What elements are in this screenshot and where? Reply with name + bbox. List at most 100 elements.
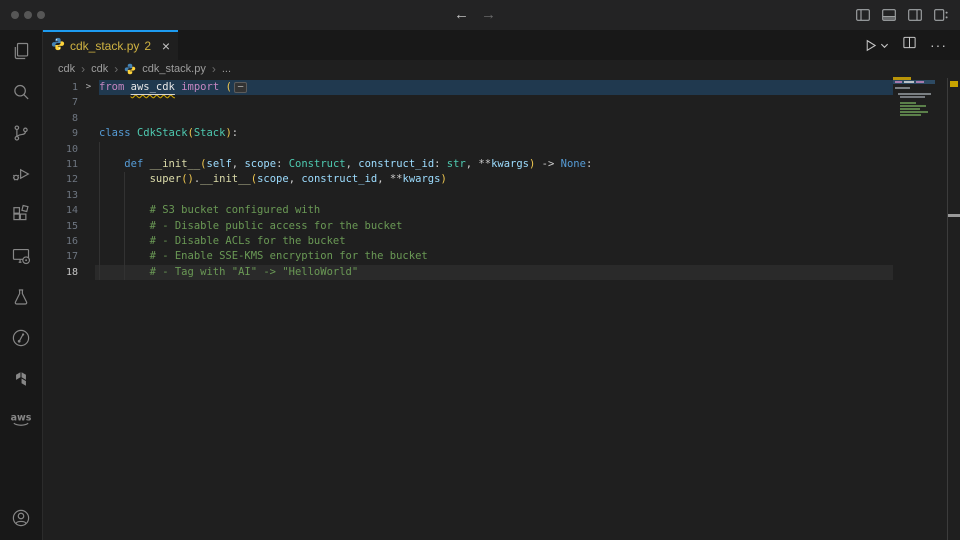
code-line-18[interactable]: 18 # - Tag with "AI" -> "HelloWorld": [43, 265, 893, 280]
code-line-16[interactable]: 16 # - Disable ACLs for the bucket: [43, 234, 893, 249]
fold-gutter: [78, 249, 99, 264]
code-text: # S3 bucket configured with: [99, 203, 320, 218]
fold-gutter: [78, 126, 99, 141]
svg-text:aws: aws: [11, 412, 32, 423]
line-number: 12: [43, 172, 78, 187]
code-editor[interactable]: 1>from aws_cdk import (–789class CdkStac…: [43, 78, 893, 540]
code-line-12[interactable]: 12 super().__init__(scope, construct_id,…: [43, 172, 893, 187]
code-line-17[interactable]: 17 # - Enable SSE-KMS encryption for the…: [43, 249, 893, 264]
breadcrumb-separator: ›: [114, 62, 118, 76]
tab-problems-badge: 2: [144, 39, 151, 53]
ruler-warning-marker: [950, 81, 958, 87]
window-control-dot[interactable]: [11, 11, 19, 19]
window-controls: [11, 11, 45, 19]
breadcrumb-item-symbol[interactable]: ...: [222, 63, 231, 75]
testing-beaker-icon[interactable]: [0, 276, 42, 317]
window-control-dot[interactable]: [37, 11, 45, 19]
terraform-icon[interactable]: [0, 358, 42, 399]
tab-cdk-stack[interactable]: cdk_stack.py 2 ×: [43, 30, 178, 60]
extensions-icon[interactable]: [0, 194, 42, 235]
account-icon[interactable]: [0, 497, 42, 538]
history-nav: ← →: [454, 3, 496, 27]
activity-bar: aws: [0, 30, 43, 540]
fold-gutter: [78, 188, 99, 203]
line-number: 17: [43, 249, 78, 264]
run-and-debug-icon[interactable]: [0, 153, 42, 194]
code-text: # - Enable SSE-KMS encryption for the bu…: [99, 249, 428, 264]
fold-gutter: [78, 219, 99, 234]
tab-close-icon[interactable]: ×: [162, 39, 170, 53]
fold-gutter: [78, 234, 99, 249]
nav-forward-icon[interactable]: →: [481, 3, 496, 27]
code-line-11[interactable]: 11 def __init__(self, scope: Construct, …: [43, 157, 893, 172]
line-number: 13: [43, 188, 78, 203]
line-number: 14: [43, 203, 78, 218]
toggle-panel-bottom-icon[interactable]: [881, 7, 897, 23]
code-lines: 1>from aws_cdk import (–789class CdkStac…: [43, 80, 893, 280]
breadcrumb: cdk › cdk › cdk_stack.py › ...: [43, 60, 960, 78]
aws-toolkit-icon[interactable]: aws: [0, 399, 42, 440]
fold-gutter: [78, 95, 99, 110]
fold-gutter: [78, 203, 99, 218]
code-line-1[interactable]: 1>from aws_cdk import (–: [43, 80, 893, 95]
code-text: # - Disable public access for the bucket: [99, 219, 402, 234]
fold-gutter: [78, 172, 99, 187]
code-line-9[interactable]: 9class CdkStack(Stack):: [43, 126, 893, 141]
line-number: 11: [43, 157, 78, 172]
remote-explorer-icon[interactable]: [0, 235, 42, 276]
fold-gutter: [78, 157, 99, 172]
breadcrumb-item[interactable]: cdk: [58, 63, 75, 75]
line-number: 15: [43, 219, 78, 234]
minimap[interactable]: [893, 76, 947, 136]
code-line-7[interactable]: 7: [43, 95, 893, 110]
code-line-14[interactable]: 14 # S3 bucket configured with: [43, 203, 893, 218]
ruler-cursor-marker: [948, 214, 960, 217]
indent-guide: [124, 188, 125, 203]
source-control-icon[interactable]: [0, 112, 42, 153]
toggle-sidebar-right-icon[interactable]: [907, 7, 923, 23]
code-line-13[interactable]: 13: [43, 188, 893, 203]
customize-layout-icon[interactable]: [933, 7, 949, 23]
editor-actions: ···: [863, 30, 960, 60]
warning-underlined-token: aws_cdk: [131, 81, 175, 93]
line-number: 18: [43, 265, 78, 280]
vscode-window: ← →: [0, 0, 960, 540]
python-file-icon: [124, 63, 136, 75]
titlebar: ← →: [0, 0, 960, 30]
tab-label: cdk_stack.py: [70, 39, 139, 53]
fold-gutter: [78, 142, 99, 157]
line-number: 7: [43, 95, 78, 110]
code-text: def __init__(self, scope: Construct, con…: [99, 157, 592, 172]
code-line-10[interactable]: 10: [43, 142, 893, 157]
line-number: 1: [43, 80, 78, 95]
folded-region-badge[interactable]: –: [234, 82, 247, 93]
code-line-8[interactable]: 8: [43, 111, 893, 126]
search-icon[interactable]: [0, 71, 42, 112]
breadcrumb-item-file[interactable]: cdk_stack.py: [142, 63, 206, 75]
code-text: # - Disable ACLs for the bucket: [99, 234, 346, 249]
code-text: super().__init__(scope, construct_id, **…: [99, 172, 447, 187]
overview-ruler[interactable]: [947, 78, 960, 540]
git-graph-circle-icon[interactable]: [0, 317, 42, 358]
breadcrumb-separator: ›: [81, 62, 85, 76]
code-line-15[interactable]: 15 # - Disable public access for the buc…: [43, 219, 893, 234]
run-python-file-button[interactable]: [863, 38, 889, 53]
line-number: 10: [43, 142, 78, 157]
fold-gutter: [78, 265, 99, 280]
line-number: 9: [43, 126, 78, 141]
split-editor-icon[interactable]: [902, 35, 917, 55]
code-text: # - Tag with "AI" -> "HelloWorld": [99, 265, 358, 280]
nav-back-icon[interactable]: ←: [454, 3, 469, 27]
line-number: 8: [43, 111, 78, 126]
python-file-icon: [51, 37, 65, 56]
window-control-dot[interactable]: [24, 11, 32, 19]
toggle-sidebar-left-icon[interactable]: [855, 7, 871, 23]
breadcrumb-separator: ›: [212, 62, 216, 76]
line-number: 16: [43, 234, 78, 249]
breadcrumb-item[interactable]: cdk: [91, 63, 108, 75]
explorer-icon[interactable]: [0, 30, 42, 71]
code-text: from aws_cdk import (–: [99, 80, 247, 95]
more-actions-icon[interactable]: ···: [930, 37, 947, 53]
tab-bar: cdk_stack.py 2 × ···: [43, 30, 960, 60]
fold-chevron-icon[interactable]: >: [78, 80, 99, 95]
